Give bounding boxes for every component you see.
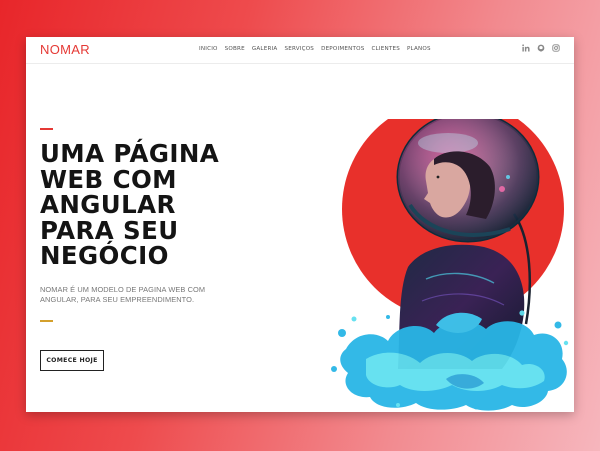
astronaut-illustration [331, 119, 569, 411]
accent-divider-bottom [40, 320, 53, 322]
github-icon[interactable] [537, 44, 545, 52]
headline-line: NEGÓCIO [40, 241, 169, 270]
hero-description: NOMAR É UM MODELO DE PAGINA WEB COM ANGU… [40, 285, 240, 305]
nav-item-inicio[interactable]: INICIO [199, 46, 218, 52]
nav-menu: INICIO SOBRE GALERIA SERVIÇOS DEPOIMENTO… [199, 46, 431, 52]
headline-line: UMA PÁGINA [40, 139, 220, 168]
landing-page: NOMAR INICIO SOBRE GALERIA SERVIÇOS DEPO… [26, 37, 574, 412]
brand-logo[interactable]: NOMAR [40, 42, 90, 57]
top-navbar: NOMAR INICIO SOBRE GALERIA SERVIÇOS DEPO… [26, 37, 574, 64]
social-links [522, 44, 560, 52]
get-started-button[interactable]: COMECE HOJE [40, 350, 104, 371]
nav-item-clientes[interactable]: CLIENTES [371, 46, 400, 52]
nav-item-planos[interactable]: PLANOS [407, 46, 431, 52]
headline-line: ANGULAR [40, 190, 176, 219]
nav-item-sobre[interactable]: SOBRE [225, 46, 245, 52]
description-line: ANGULAR, PARA SEU EMPREENDIMENTO. [40, 295, 195, 304]
instagram-icon[interactable] [552, 44, 560, 52]
hero-headline: UMA PÁGINA WEB COM ANGULAR PARA SEU NEGÓ… [40, 141, 280, 269]
headline-line: WEB COM [40, 164, 177, 194]
linkedin-icon[interactable] [522, 44, 530, 52]
headline-line: PARA SEU [40, 215, 179, 245]
description-line: NOMAR É UM MODELO DE PAGINA WEB COM [40, 285, 206, 294]
nav-item-servicos[interactable]: SERVIÇOS [284, 46, 314, 52]
nav-item-galeria[interactable]: GALERIA [252, 46, 278, 52]
paint-splash [331, 310, 569, 411]
accent-divider-top [40, 128, 53, 130]
nav-item-depoimentos[interactable]: DEPOIMENTOS [321, 46, 364, 52]
